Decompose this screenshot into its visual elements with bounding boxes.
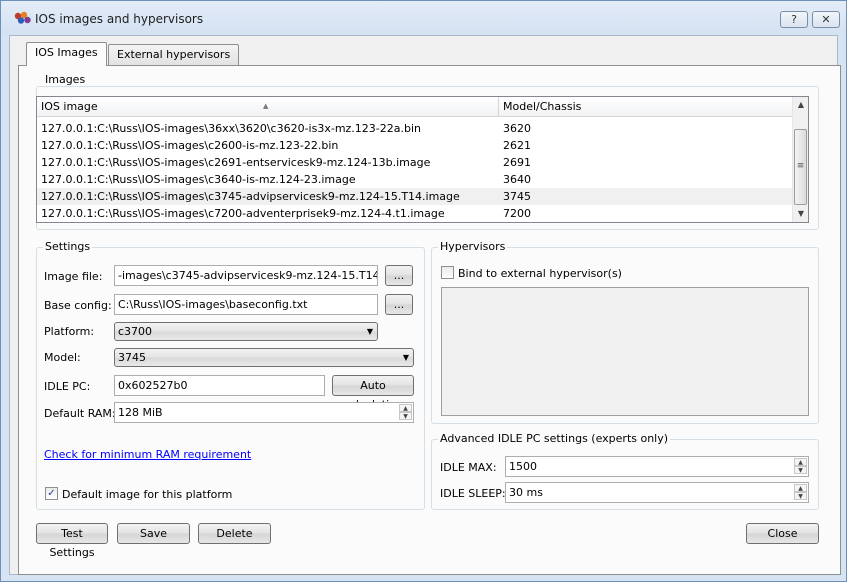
save-button[interactable]: Save — [117, 523, 190, 544]
window-title: IOS images and hypervisors — [35, 12, 204, 26]
base-config-label: Base config: — [44, 299, 112, 312]
settings-group-title: Settings — [43, 240, 93, 253]
ram-spin-buttons[interactable]: ▲ ▼ — [399, 404, 412, 421]
spin-up-icon[interactable]: ▲ — [399, 404, 412, 412]
idle-sleep-label: IDLE SLEEP: — [440, 487, 506, 500]
test-settings-button[interactable]: Test Settings — [36, 523, 108, 559]
image-file-label: Image file: — [44, 270, 103, 283]
ios-image-list[interactable]: IOS image ▲ Model/Chassis 127.0.0.1:C:\R… — [36, 96, 809, 223]
model-select[interactable]: 3745 ▼ — [114, 348, 414, 367]
spin-down-icon[interactable]: ▼ — [794, 466, 807, 474]
close-window-button[interactable]: ✕ — [812, 11, 840, 28]
model-cell: 2621 — [503, 139, 531, 152]
image-path-cell: 127.0.0.1:C:\Russ\IOS-images\c7200-adven… — [41, 207, 445, 220]
chevron-down-icon: ▼ — [366, 327, 373, 336]
column-header-ios-image[interactable]: IOS image ▲ — [37, 97, 499, 117]
idle-pc-label: IDLE PC: — [44, 380, 91, 393]
image-path-cell: 127.0.0.1:C:\Russ\IOS-images\c2600-is-mz… — [41, 139, 339, 152]
hypervisors-group-title: Hypervisors — [438, 240, 508, 253]
sort-ascending-icon: ▲ — [263, 102, 269, 110]
chevron-down-icon: ▼ — [402, 353, 409, 362]
model-label: Model: — [44, 351, 81, 364]
list-item-selected[interactable]: 127.0.0.1:C:\Russ\IOS-images\c3745-advip… — [37, 188, 793, 205]
default-ram-spinbox[interactable]: 128 MiB ▲ ▼ — [114, 402, 414, 423]
vertical-scrollbar[interactable]: ▲ ≡ ▼ — [792, 97, 808, 222]
platform-label: Platform: — [44, 325, 95, 338]
spin-up-icon[interactable]: ▲ — [794, 484, 807, 492]
browse-config-button[interactable]: ... — [385, 294, 413, 315]
idle-max-spin-buttons[interactable]: ▲ ▼ — [794, 458, 807, 475]
list-item[interactable]: 127.0.0.1:C:\Russ\IOS-images\c7200-adven… — [37, 205, 793, 222]
list-item[interactable]: 127.0.0.1:C:\Russ\IOS-images\36xx\3620\c… — [37, 120, 793, 137]
tab-ios-images[interactable]: IOS Images — [26, 42, 107, 66]
bind-hypervisor-label: Bind to external hypervisor(s) — [458, 267, 622, 280]
platform-value: c3700 — [118, 325, 153, 338]
model-cell: 3640 — [503, 173, 531, 186]
image-file-field[interactable]: -images\c3745-advipservicesk9-mz.124-15.… — [114, 265, 378, 286]
idle-sleep-value: 30 ms — [509, 486, 543, 499]
image-path-cell: 127.0.0.1:C:\Russ\IOS-images\36xx\3620\c… — [41, 122, 422, 135]
spin-down-icon[interactable]: ▼ — [794, 492, 807, 500]
list-item[interactable]: 127.0.0.1:C:\Russ\IOS-images\c2600-is-mz… — [37, 137, 793, 154]
image-path-cell: 127.0.0.1:C:\Russ\IOS-images\c3745-advip… — [41, 190, 460, 203]
default-image-label: Default image for this platform — [62, 488, 233, 501]
browse-image-button[interactable]: ... — [385, 265, 413, 286]
idle-max-label: IDLE MAX: — [440, 461, 497, 474]
advanced-idle-group-title: Advanced IDLE PC settings (experts only) — [438, 432, 671, 445]
model-cell: 2691 — [503, 156, 531, 169]
column-model-label: Model/Chassis — [503, 100, 582, 113]
idle-pc-field[interactable]: 0x602527b0 — [114, 375, 325, 396]
hypervisor-list[interactable] — [441, 287, 809, 416]
column-ios-image-label: IOS image — [41, 100, 98, 113]
image-path-cell: 127.0.0.1:C:\Russ\IOS-images\c3640-is-mz… — [41, 173, 356, 186]
base-config-field[interactable]: C:\Russ\IOS-images\baseconfig.txt — [114, 294, 378, 315]
model-cell: 3745 — [503, 190, 531, 203]
list-item[interactable]: 127.0.0.1:C:\Russ\IOS-images\c2691-entse… — [37, 154, 793, 171]
check-ram-link[interactable]: Check for minimum RAM requirement — [44, 448, 251, 461]
model-cell: 7200 — [503, 207, 531, 220]
model-value: 3745 — [118, 351, 146, 364]
default-image-checkbox[interactable]: ✓ — [45, 487, 58, 500]
delete-button[interactable]: Delete — [198, 523, 271, 544]
checkmark-icon: ✓ — [47, 488, 56, 499]
auto-calculation-button[interactable]: Auto calculation — [332, 375, 414, 411]
idle-sleep-spin-buttons[interactable]: ▲ ▼ — [794, 484, 807, 501]
model-cell: 3620 — [503, 122, 531, 135]
default-ram-value: 128 MiB — [118, 406, 163, 419]
spin-down-icon[interactable]: ▼ — [399, 412, 412, 420]
default-ram-label: Default RAM: — [44, 407, 116, 420]
idle-max-spinbox[interactable]: 1500 ▲ ▼ — [505, 456, 809, 477]
list-header: IOS image ▲ Model/Chassis — [37, 97, 793, 117]
title-bar: IOS images and hypervisors ? ✕ — [1, 1, 846, 35]
images-group-label: Images — [43, 73, 88, 86]
spin-up-icon[interactable]: ▲ — [794, 458, 807, 466]
scrollbar-thumb[interactable]: ≡ — [794, 129, 807, 205]
list-item[interactable]: 127.0.0.1:C:\Russ\IOS-images\c3640-is-mz… — [37, 171, 793, 188]
scroll-up-icon[interactable]: ▲ — [793, 97, 808, 113]
help-button[interactable]: ? — [780, 11, 808, 28]
scroll-down-icon[interactable]: ▼ — [793, 206, 808, 222]
app-icon — [14, 11, 31, 24]
tab-external-hypervisors[interactable]: External hypervisors — [108, 44, 240, 65]
bind-hypervisor-checkbox[interactable] — [441, 266, 454, 279]
image-path-cell: 127.0.0.1:C:\Russ\IOS-images\c2691-entse… — [41, 156, 431, 169]
idle-sleep-spinbox[interactable]: 30 ms ▲ ▼ — [505, 482, 809, 503]
idle-max-value: 1500 — [509, 460, 537, 473]
column-header-model[interactable]: Model/Chassis — [499, 97, 793, 117]
close-button[interactable]: Close — [746, 523, 819, 544]
platform-select[interactable]: c3700 ▼ — [114, 322, 378, 341]
